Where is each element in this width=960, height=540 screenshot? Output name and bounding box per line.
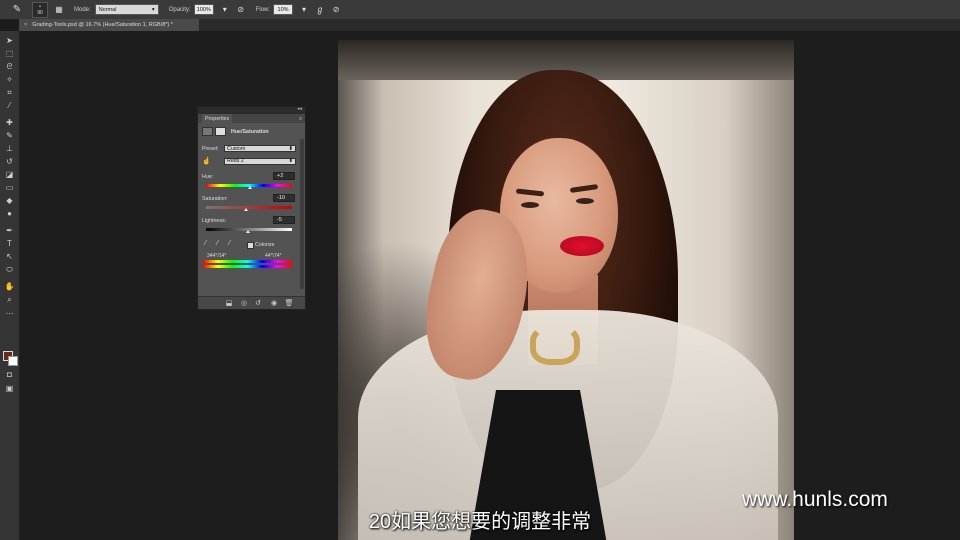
lightness-label: Lightness: (202, 218, 227, 224)
preset-row: Preset: Custom ⬍ (202, 145, 296, 152)
saturation-slider-thumb[interactable] (244, 208, 248, 211)
shape-tool-icon[interactable]: ⬭ (3, 264, 16, 275)
opacity-label: Opacity: (168, 6, 191, 13)
eraser-tool-icon[interactable]: ◪ (3, 169, 16, 180)
on-image-adjust-icon[interactable]: ☝ (202, 157, 224, 165)
hue-label: Hue: (202, 174, 214, 180)
clone-stamp-tool-icon[interactable]: ⊥ (3, 143, 16, 154)
preset-select[interactable]: Custom ⬍ (224, 145, 296, 152)
lasso-tool-icon[interactable]: ᘓ (3, 61, 16, 72)
clip-to-layer-icon[interactable]: ⬓ (225, 299, 233, 307)
options-bar: ✎ • 90 ▦ Mode: Normal ▾ Opacity: 100% ▾ … (0, 0, 960, 20)
colorize-label: Colorize (255, 242, 275, 248)
adjustment-layer-icon[interactable] (202, 127, 213, 136)
screen-mode-icon[interactable]: ▣ (3, 383, 16, 394)
brush-size-value: 90 (37, 9, 43, 16)
pressure-size-icon[interactable]: ⊘ (331, 5, 341, 15)
chevron-down-icon: ⬍ (288, 158, 293, 164)
dodge-tool-icon[interactable]: ● (3, 208, 16, 219)
channel-select[interactable]: Reds 2 ⬍ (224, 157, 296, 165)
panel-menu-icon[interactable]: ≡ (299, 116, 302, 122)
channel-value: Reds 2 (227, 158, 244, 164)
properties-tab[interactable]: Properties (202, 114, 233, 123)
chevron-down-icon: ▾ (151, 6, 155, 13)
mode-label: Mode: (74, 6, 91, 13)
move-tool-icon[interactable]: ➤ (3, 35, 16, 46)
tools-panel: ➤ ⬚ ᘓ ✧ ⌗ ⁄ ✚ ✎ ⊥ ↺ ◪ ▭ ◆ ● ✒ T ↖ ⬭ ✋ ⌕ … (0, 31, 20, 540)
mode-value: Normal (98, 6, 117, 13)
lightness-slider-thumb[interactable] (246, 230, 250, 233)
brush-size-picker[interactable]: • 90 (32, 1, 48, 18)
adjustment-title: Hue/Saturation (231, 128, 269, 135)
panel-header[interactable]: ◂◂ (198, 106, 305, 114)
preset-value: Custom (227, 145, 246, 152)
properties-tab-row: Properties ≡ (198, 114, 305, 123)
view-previous-icon[interactable]: ◎ (240, 299, 248, 307)
hand-tool-icon[interactable]: ✋ (3, 281, 16, 292)
hue-range-bar-bottom[interactable] (203, 265, 292, 268)
blur-tool-icon[interactable]: ◆ (3, 195, 16, 206)
history-brush-tool-icon[interactable]: ↺ (3, 156, 16, 167)
saturation-label: Saturation: (202, 196, 228, 202)
airbrush-icon[interactable]: ℊ (315, 5, 325, 15)
right-eye (576, 198, 594, 204)
eyedropper-icon[interactable]: ⁄ (205, 240, 206, 247)
hue-input[interactable]: +2 (273, 172, 295, 180)
trash-icon[interactable]: 🗑 (285, 299, 294, 307)
channel-row: ☝ Reds 2 ⬍ (202, 157, 296, 165)
zoom-tool-icon[interactable]: ⌕ (3, 294, 16, 305)
hue-slider-thumb[interactable] (248, 186, 252, 189)
marquee-tool-icon[interactable]: ⬚ (3, 48, 16, 59)
background-color-swatch[interactable] (8, 356, 18, 366)
lightness-input[interactable]: -5 (273, 216, 295, 224)
preset-label: Preset: (202, 145, 219, 152)
video-subtitle: 20如果您想要的调整非常 (368, 511, 592, 533)
colorize-checkbox[interactable] (247, 242, 254, 249)
opacity-dropdown-icon[interactable]: ▾ (220, 5, 230, 15)
pressure-opacity-icon[interactable]: ⊘ (236, 5, 246, 15)
pen-tool-icon[interactable]: ✒ (3, 225, 16, 236)
flow-dropdown-icon[interactable]: ▾ (299, 5, 309, 15)
brush-tool-icon[interactable]: ✎ (10, 3, 24, 17)
red-lips (560, 236, 604, 256)
eyedropper-tool-icon[interactable]: ⁄ (3, 100, 16, 111)
flow-label: Flow: (255, 6, 271, 13)
hue-range-bar-top[interactable] (203, 260, 292, 263)
watermark: www.hunls.com (742, 488, 888, 511)
collapse-icon[interactable]: ◂◂ (297, 106, 302, 112)
close-icon[interactable]: × (24, 22, 27, 28)
panel-footer: ⬓ ◎ ↺ ◉ 🗑 (198, 296, 305, 309)
panel-scrollbar[interactable] (300, 139, 304, 289)
brush-panel-icon[interactable]: ▦ (54, 5, 64, 15)
quick-mask-icon[interactable]: ◘ (3, 369, 16, 380)
eyedropper-plus-icon[interactable]: ⁄ (217, 240, 218, 247)
reset-icon[interactable]: ↺ (254, 299, 262, 307)
mode-select[interactable]: Normal ▾ (94, 4, 159, 15)
flow-input[interactable]: 10% (273, 4, 294, 15)
saturation-input[interactable]: -10 (273, 194, 295, 202)
healing-brush-tool-icon[interactable]: ✚ (3, 117, 16, 128)
path-select-tool-icon[interactable]: ↖ (3, 251, 16, 262)
gradient-tool-icon[interactable]: ▭ (3, 182, 16, 193)
mask-icon[interactable] (215, 127, 226, 136)
left-eye (521, 202, 539, 208)
adjustment-title-row: Hue/Saturation (202, 127, 269, 136)
extras-icon[interactable]: ⋯ (3, 308, 16, 319)
visibility-eye-icon[interactable]: ◉ (270, 299, 278, 307)
eyedropper-minus-icon[interactable]: ⁄ (229, 240, 230, 247)
brush-tool-icon[interactable]: ✎ (3, 130, 16, 141)
type-tool-icon[interactable]: T (3, 238, 16, 249)
range-right-value: 44°\74° (265, 253, 282, 259)
chevron-down-icon: ⬍ (288, 145, 293, 152)
quick-select-tool-icon[interactable]: ✧ (3, 74, 16, 85)
crop-tool-icon[interactable]: ⌗ (3, 87, 16, 98)
document-image[interactable] (338, 40, 794, 540)
document-title: Grading-Tools.psd @ 16.7% (Hue/Saturatio… (32, 22, 173, 28)
document-tab[interactable]: × Grading-Tools.psd @ 16.7% (Hue/Saturat… (19, 19, 199, 31)
opacity-input[interactable]: 100% (193, 4, 214, 15)
gold-necklace (530, 325, 580, 365)
saturation-slider[interactable] (206, 206, 292, 209)
range-left-value: 344°/14° (207, 253, 227, 259)
properties-panel: ◂◂ Properties ≡ Hue/Saturation Preset: C… (197, 106, 306, 310)
